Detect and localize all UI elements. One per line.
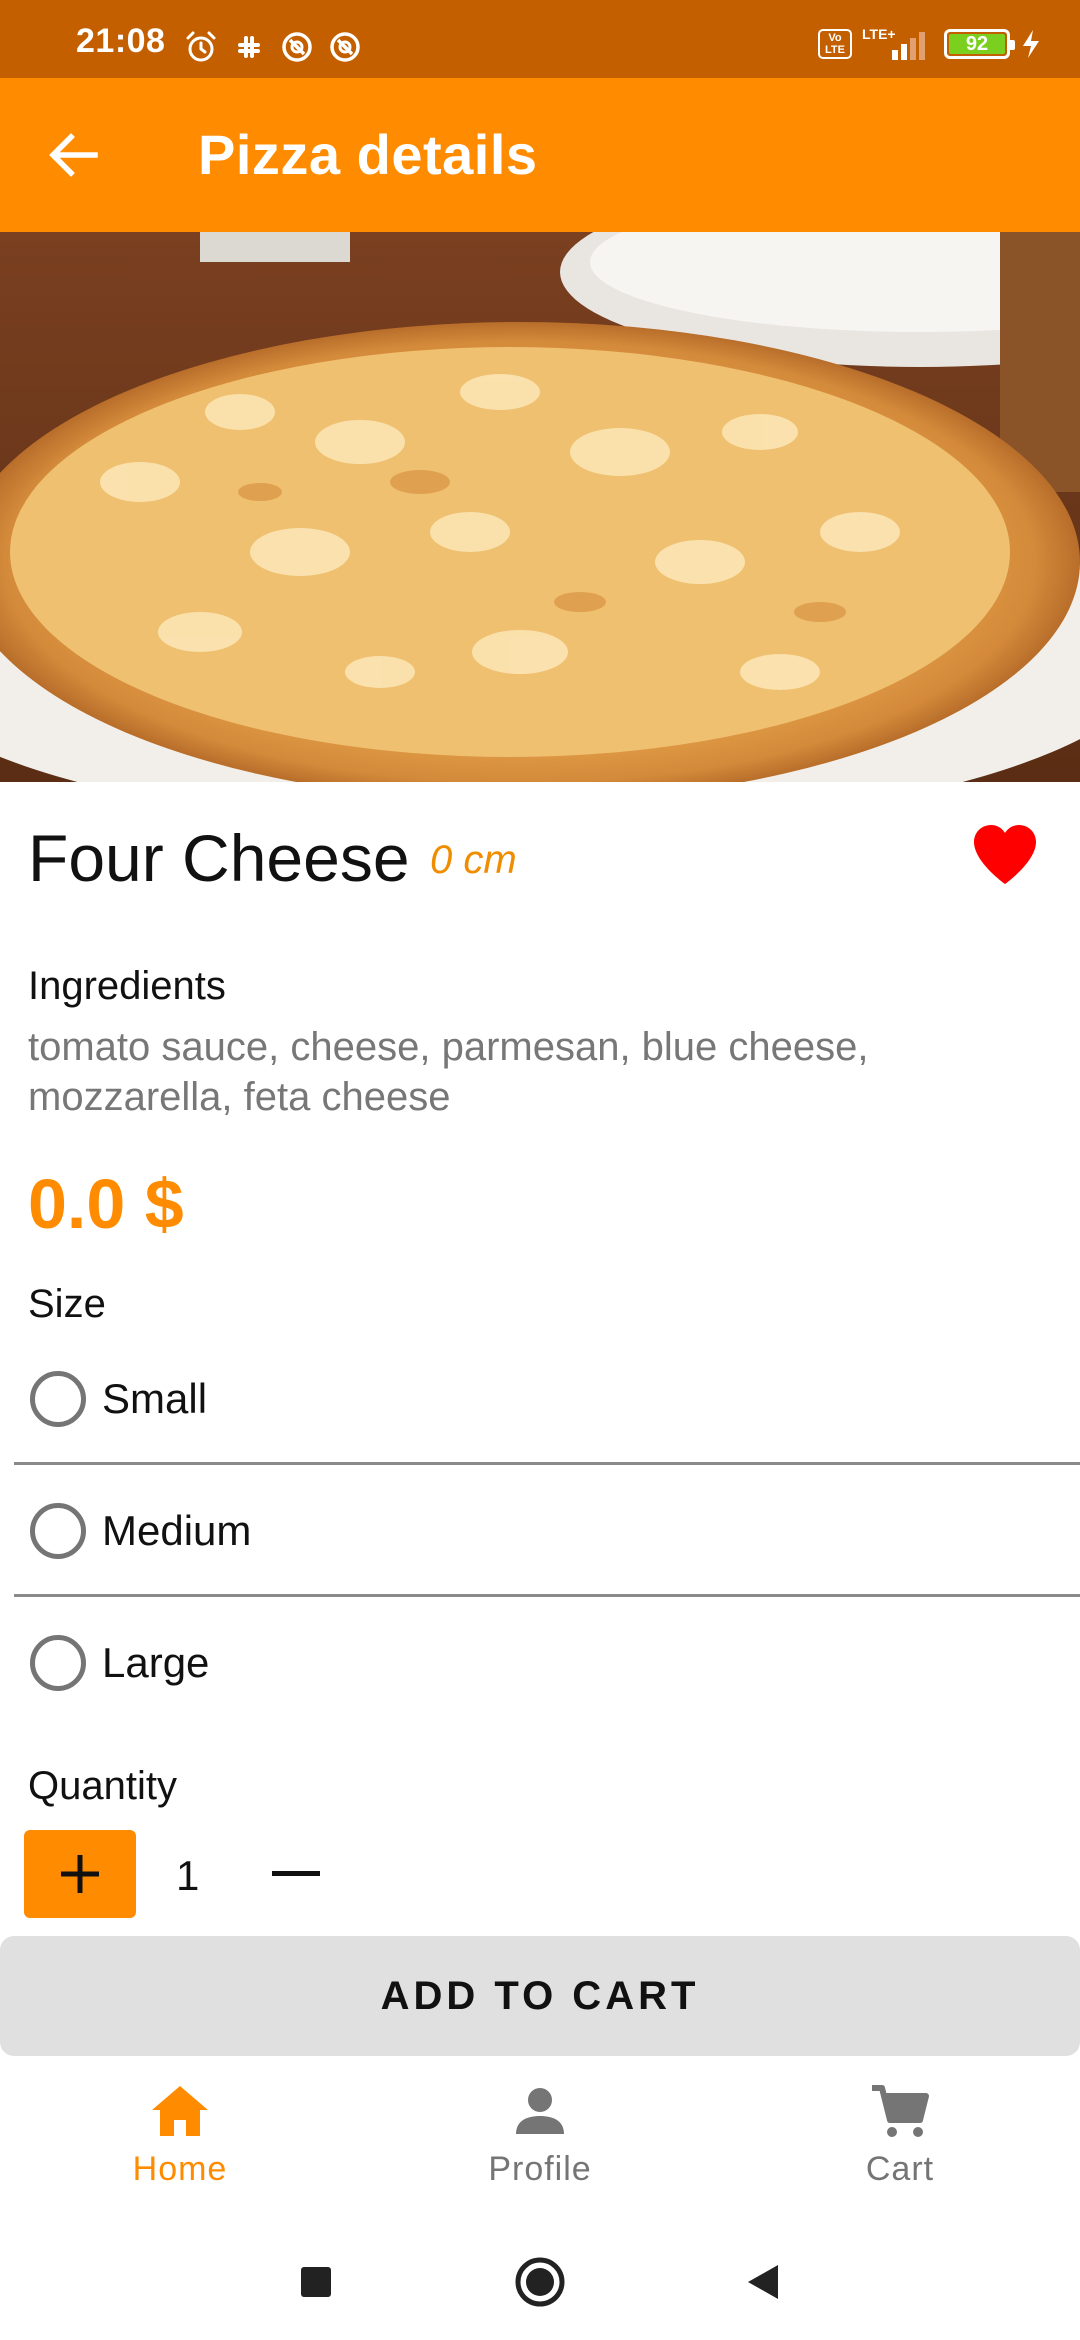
home-icon [152,2086,208,2136]
size-option-label: Medium [102,1507,252,1554]
app-notification-icon [282,32,312,62]
increase-quantity-button[interactable] [24,1830,136,1918]
nav-item-cart[interactable]: Cart [800,2080,1000,2210]
system-navigation-bar [0,2220,1080,2340]
battery-level: 92 [949,33,1005,55]
nav-item-profile[interactable]: Profile [440,2080,640,2210]
size-option-medium[interactable]: Medium [0,1466,1080,1596]
battery-icon: 92 [944,29,1015,59]
square-icon [301,2267,331,2297]
circle-icon [515,2257,565,2307]
status-notification-icons [184,30,362,64]
decrease-quantity-button[interactable] [262,1836,330,1912]
plus-icon [61,1855,99,1893]
radio-button[interactable] [30,1635,86,1691]
back-system-button[interactable] [734,2252,794,2312]
recents-button[interactable] [286,2252,346,2312]
add-to-cart-button[interactable]: ADD TO CART [0,1936,1080,2056]
person-icon [516,2088,564,2134]
favorite-button[interactable] [970,822,1040,888]
size-label: Size [28,1282,106,1326]
pizza-size: 0 cm [430,838,517,882]
nav-label-cart: Cart [865,2150,935,2188]
back-button[interactable] [36,120,112,190]
app-bar: Pizza details [0,78,1080,232]
radio-button[interactable] [30,1371,86,1427]
charging-icon [1023,30,1039,58]
app-notification-icon [330,32,360,62]
quantity-label: Quantity [28,1764,177,1808]
quantity-value: 1 [176,1852,200,1899]
nav-item-home[interactable]: Home [80,2080,280,2210]
volte-icon: Vo LTE [818,29,852,59]
triangle-back-icon [748,2265,778,2299]
nav-label-home: Home [132,2150,228,2188]
size-option-large[interactable]: Large [0,1598,1080,1728]
minus-icon [272,1871,320,1876]
ingredients-text: tomato sauce, cheese, parmesan, blue che… [28,1025,869,1119]
price: 0.0 $ [28,1165,184,1243]
alarm-icon [186,31,216,62]
divider [14,1594,1080,1597]
pizza-image [0,232,1080,782]
nav-label-profile: Profile [488,2150,592,2188]
divider [14,1462,1080,1465]
radio-button[interactable] [30,1503,86,1559]
status-bar: 21:08 Vo LTE LTE+ 92 [0,0,1080,78]
ingredients-label: Ingredients [28,964,226,1008]
bottom-navigation: Home Profile Cart [0,2056,1080,2220]
page-title: Pizza details [198,123,538,186]
size-option-label: Large [102,1639,210,1686]
size-option-label: Small [102,1375,208,1422]
arrow-back-icon [49,133,98,177]
signal-icon: LTE+ [862,26,934,62]
slack-icon [238,36,260,58]
shopping-cart-icon [872,2085,929,2137]
home-system-button[interactable] [510,2252,570,2312]
status-system-icons: Vo LTE LTE+ 92 [818,26,1042,62]
status-time: 21:08 [76,22,166,60]
pizza-name: Four Cheese [28,821,410,895]
size-option-small[interactable]: Small [0,1334,1080,1464]
heart-icon [974,825,1036,884]
